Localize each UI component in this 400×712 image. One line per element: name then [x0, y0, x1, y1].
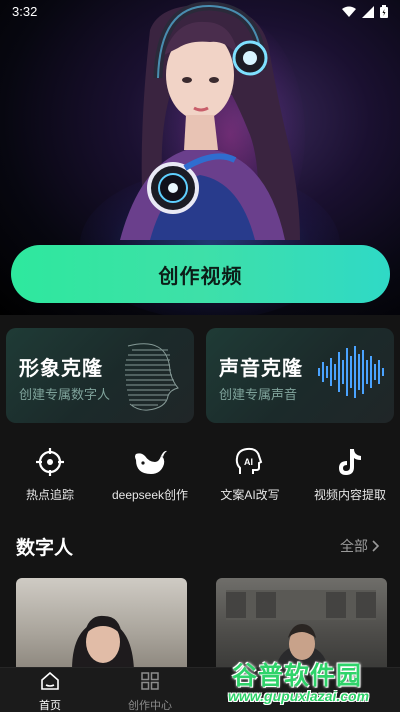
sound-wave-art: [318, 346, 384, 398]
tool-label: 热点追踪: [25, 488, 74, 502]
whale-icon: [135, 450, 167, 474]
nav-creation-center[interactable]: 创作中心: [110, 672, 190, 712]
watermark-title: 谷普软件园: [232, 662, 363, 690]
tool-label: 文案AI改写: [220, 488, 280, 502]
site-watermark: 谷普软件园 www.gupuxlazai.com: [220, 652, 400, 710]
tool-label: 视频内容提取: [313, 488, 386, 502]
see-all-link[interactable]: 全部: [340, 536, 380, 556]
tool-ai-rewrite[interactable]: AI 文案AI改写: [200, 444, 300, 503]
tool-hot-tracking[interactable]: 热点追踪: [0, 444, 100, 503]
chevron-right-icon: [372, 540, 380, 552]
svg-text:AI: AI: [244, 457, 253, 467]
nav-label: 首页: [39, 700, 61, 712]
crosshair-icon: [36, 448, 64, 476]
tool-label: deepseek创作: [111, 488, 189, 502]
card-title: 形象克隆: [19, 358, 103, 380]
grid-icon: [141, 672, 159, 690]
tiktok-icon: [339, 449, 361, 475]
card-subtitle: 创建专属声音: [219, 387, 298, 402]
home-icon: [41, 671, 59, 690]
avatar-thumbnail-image: [72, 615, 134, 670]
watermark-url: www.gupuxlazai.com: [228, 688, 370, 704]
status-bar: 3:32: [0, 0, 400, 24]
tool-deepseek[interactable]: deepseek创作: [100, 444, 200, 503]
quick-tools: 热点追踪 deepseek创作 AI 文案AI改写 视频内容提取: [0, 444, 400, 504]
nav-label: 创作中心: [128, 700, 172, 712]
create-video-button[interactable]: 创作视频: [11, 245, 390, 303]
status-time: 3:32: [12, 4, 38, 19]
wifi-icon: [342, 6, 356, 17]
battery-icon: [380, 5, 388, 18]
status-icons: [342, 5, 388, 18]
section-title: 数字人: [16, 538, 74, 559]
signal-icon: [362, 5, 374, 18]
see-all-label: 全部: [340, 538, 368, 554]
voice-clone-card[interactable]: 声音克隆 创建专属声音: [206, 328, 394, 423]
face-scan-art: [125, 343, 179, 411]
image-clone-card[interactable]: 形象克隆 创建专属数字人: [6, 328, 194, 423]
card-title: 声音克隆: [219, 358, 303, 380]
digital-human-thumb[interactable]: [16, 578, 187, 670]
tool-video-extract[interactable]: 视频内容提取: [300, 444, 400, 503]
ai-head-icon: AI: [235, 447, 263, 474]
nav-home[interactable]: 首页: [10, 671, 90, 712]
card-subtitle: 创建专属数字人: [19, 387, 111, 402]
hero-banner: 3:32 创作视频: [0, 0, 400, 315]
